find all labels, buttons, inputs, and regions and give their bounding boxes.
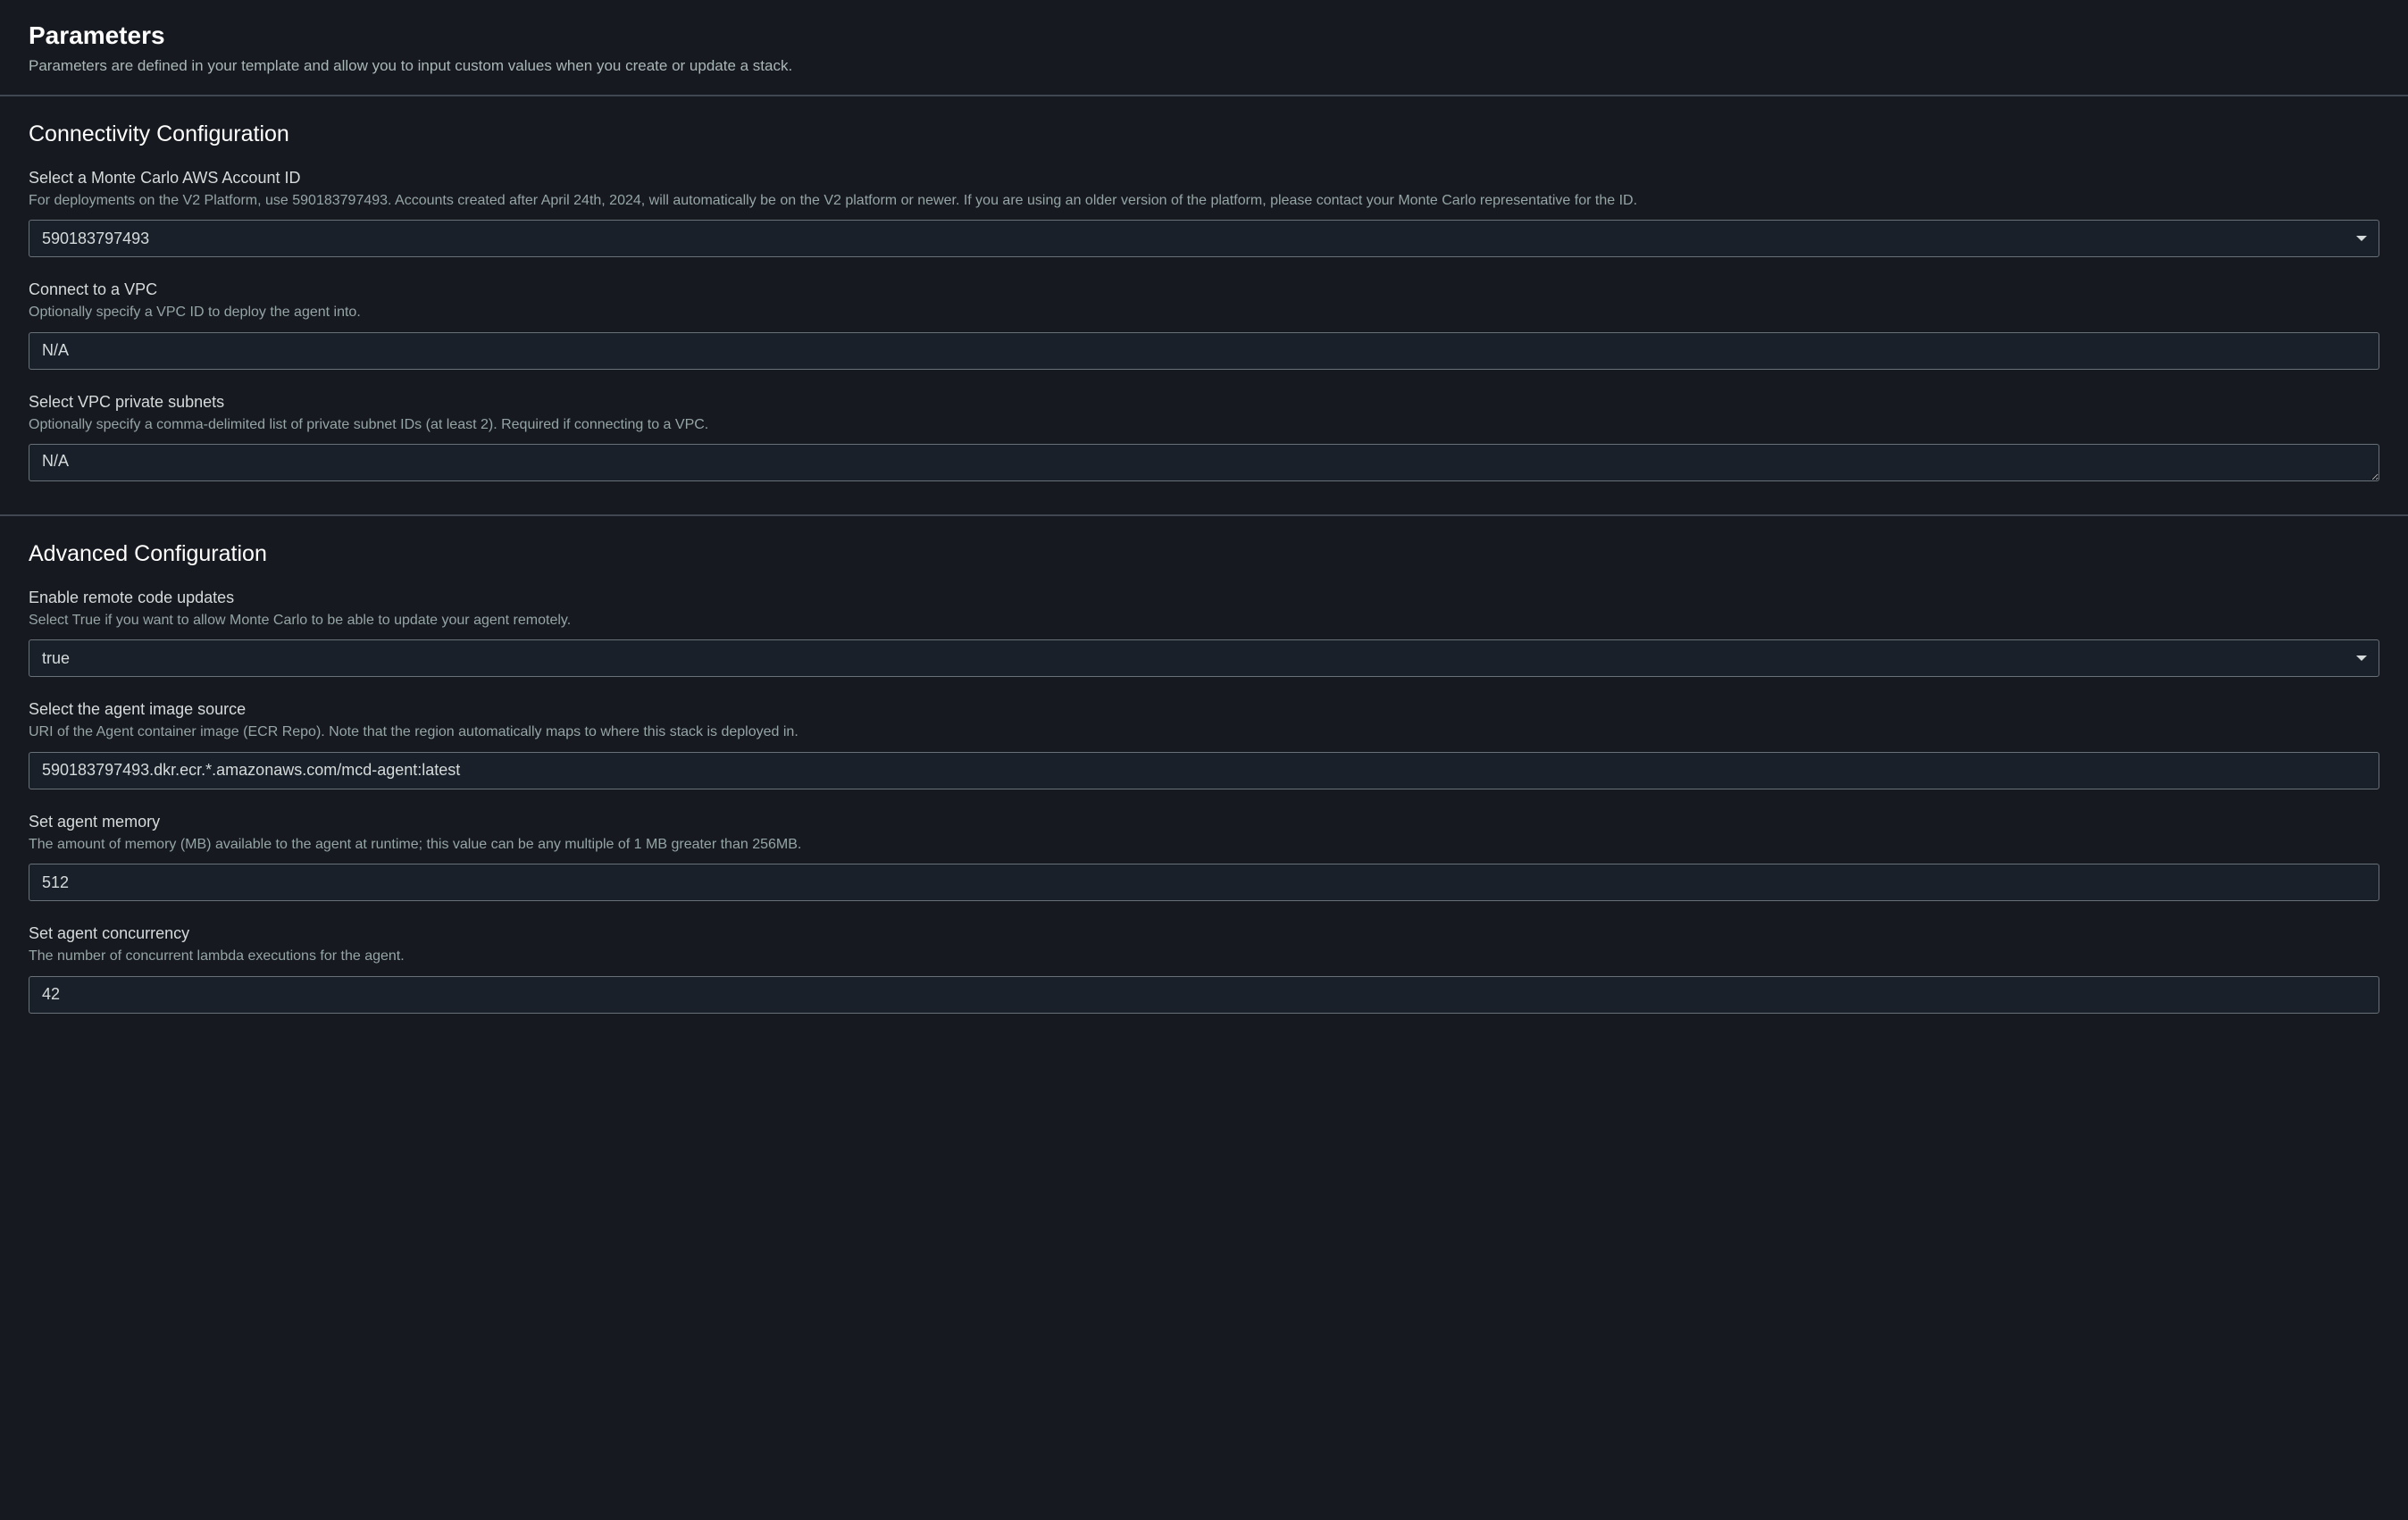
concurrency-description: The number of concurrent lambda executio…: [29, 947, 2379, 966]
account-id-select-wrapper: 590183797493: [29, 220, 2379, 257]
subnets-input-wrapper: N/A: [29, 444, 2379, 484]
concurrency-input[interactable]: [29, 976, 2379, 1014]
subnets-field-group: Select VPC private subnets Optionally sp…: [29, 393, 2379, 484]
account-id-select[interactable]: 590183797493: [29, 220, 2379, 257]
remote-updates-select-wrapper: true: [29, 639, 2379, 677]
image-source-description: URI of the Agent container image (ECR Re…: [29, 722, 2379, 742]
account-id-label: Select a Monte Carlo AWS Account ID: [29, 169, 2379, 188]
parameters-page: Parameters Parameters are defined in you…: [0, 0, 2408, 1044]
vpc-field-group: Connect to a VPC Optionally specify a VP…: [29, 280, 2379, 369]
memory-field-group: Set agent memory The amount of memory (M…: [29, 813, 2379, 901]
concurrency-label: Set agent concurrency: [29, 924, 2379, 943]
page-title: Parameters: [29, 21, 2379, 50]
vpc-label: Connect to a VPC: [29, 280, 2379, 299]
page-header: Parameters Parameters are defined in you…: [0, 0, 2408, 95]
concurrency-input-wrapper: [29, 976, 2379, 1014]
memory-label: Set agent memory: [29, 813, 2379, 831]
image-source-field-group: Select the agent image source URI of the…: [29, 700, 2379, 789]
image-source-label: Select the agent image source: [29, 700, 2379, 719]
connectivity-section-title: Connectivity Configuration: [29, 121, 2379, 147]
remote-updates-field-group: Enable remote code updates Select True i…: [29, 589, 2379, 677]
vpc-input[interactable]: [29, 332, 2379, 370]
memory-input[interactable]: [29, 864, 2379, 901]
account-id-field-group: Select a Monte Carlo AWS Account ID For …: [29, 169, 2379, 257]
memory-description: The amount of memory (MB) available to t…: [29, 835, 2379, 855]
account-id-description: For deployments on the V2 Platform, use …: [29, 191, 2379, 211]
advanced-section: Advanced Configuration Enable remote cod…: [0, 514, 2408, 1044]
remote-updates-select[interactable]: true: [29, 639, 2379, 677]
image-source-input-wrapper: [29, 752, 2379, 789]
memory-input-wrapper: [29, 864, 2379, 901]
vpc-input-wrapper: [29, 332, 2379, 370]
subnets-label: Select VPC private subnets: [29, 393, 2379, 412]
vpc-description: Optionally specify a VPC ID to deploy th…: [29, 303, 2379, 322]
connectivity-section: Connectivity Configuration Select a Mont…: [0, 95, 2408, 514]
advanced-section-title: Advanced Configuration: [29, 541, 2379, 567]
subnets-textarea[interactable]: N/A: [29, 444, 2379, 481]
remote-updates-description: Select True if you want to allow Monte C…: [29, 611, 2379, 631]
page-description: Parameters are defined in your template …: [29, 55, 2379, 77]
concurrency-field-group: Set agent concurrency The number of conc…: [29, 924, 2379, 1013]
remote-updates-label: Enable remote code updates: [29, 589, 2379, 607]
subnets-description: Optionally specify a comma-delimited lis…: [29, 415, 2379, 435]
image-source-input[interactable]: [29, 752, 2379, 789]
